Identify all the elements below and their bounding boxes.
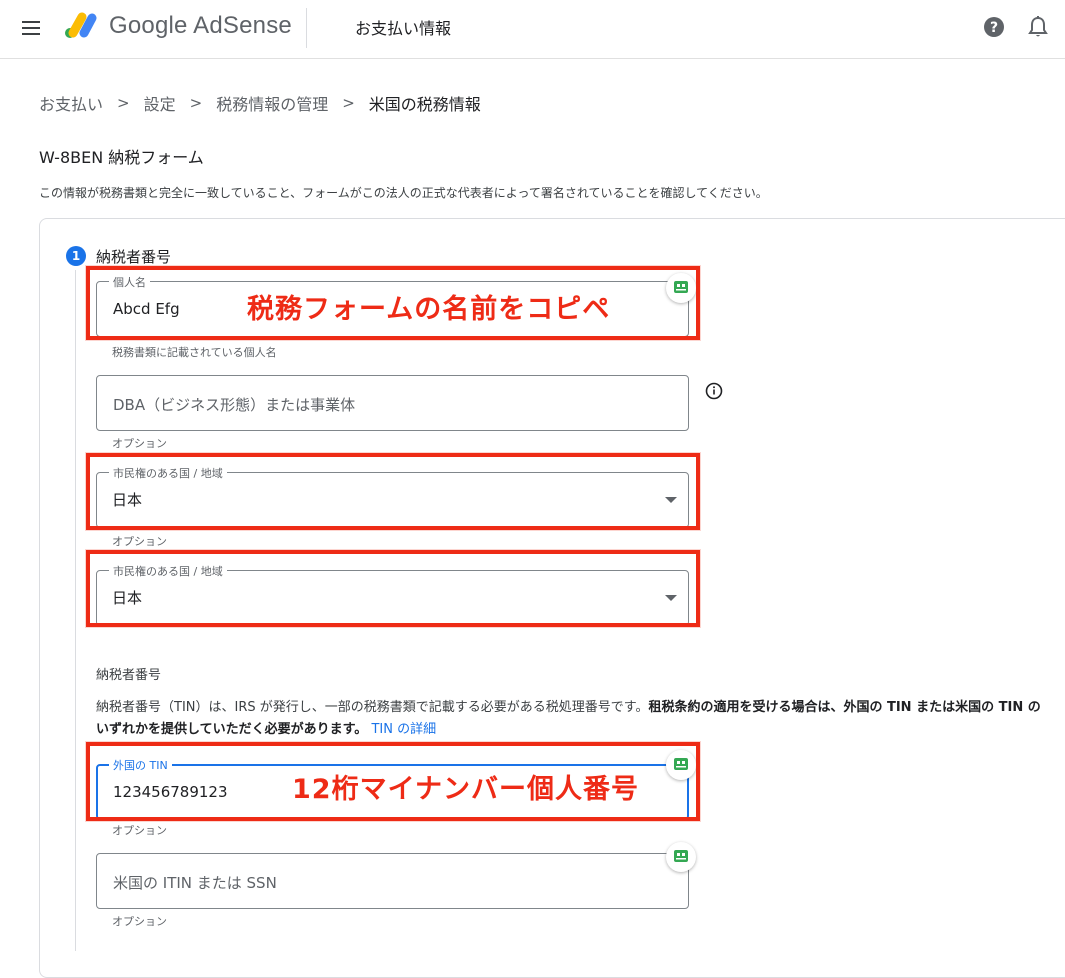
breadcrumb-payments[interactable]: お支払い [39, 91, 103, 115]
tin-details-link[interactable]: TIN の詳細 [371, 722, 436, 737]
annotation-box-citizenship [86, 453, 700, 530]
bell-icon[interactable] [1028, 15, 1048, 39]
chevron-right-icon: > [342, 94, 355, 112]
menu-icon[interactable] [20, 16, 44, 40]
page-title: お支払い情報 [355, 19, 452, 38]
breadcrumb-settings[interactable]: 設定 [144, 91, 176, 115]
us-itin-ssn-field[interactable]: 米国の ITIN または SSN [96, 853, 689, 909]
form-title: W-8BEN 納税フォーム [39, 148, 204, 167]
chevron-right-icon: > [189, 94, 203, 112]
annotation-tin-note: 12桁マイナンバー個人番号 [292, 774, 640, 805]
taxpayer-number-description: 納税者番号（TIN）は、IRS が発行し、一部の税務書類で記載する必要がある税処… [96, 697, 1046, 741]
dba-hint: オプション [112, 437, 167, 450]
header-border [0, 58, 1065, 59]
breadcrumb-us-tax-info: 米国の税務情報 [368, 95, 481, 114]
field-placeholder: DBA（ビジネス形態）または事業体 [113, 396, 356, 414]
breadcrumb: お支払い > 設定 > 税務情報の管理 > 米国の税務情報 [39, 91, 481, 115]
header-divider [306, 8, 307, 48]
dba-field[interactable]: DBA（ビジネス形態）または事業体 [96, 375, 689, 431]
annotation-name-note: 税務フォームの名前をコピペ [247, 294, 611, 325]
chevron-right-icon: > [117, 94, 130, 112]
step-title: 納税者番号 [96, 248, 172, 266]
field-placeholder: 米国の ITIN または SSN [113, 874, 277, 892]
adsense-logo-icon [65, 12, 97, 38]
form-description: この情報が税務書類と完全に一致していること、フォームがこの法人の正式な代表者によ… [39, 186, 768, 200]
us-tin-hint: オプション [112, 915, 167, 928]
step-connector-line [75, 270, 76, 951]
annotation-box-citizenship-2 [86, 550, 700, 627]
citizenship-hint: オプション [112, 535, 167, 548]
info-icon[interactable] [705, 382, 723, 400]
breadcrumb-tax-management[interactable]: 税務情報の管理 [216, 91, 328, 115]
brand-name: Google AdSense [109, 12, 292, 39]
step-number-badge: 1 [66, 246, 86, 266]
name-hint: 税務書類に記載されている個人名 [112, 346, 277, 359]
app-bar: Google AdSense お支払い情報 ? [0, 0, 1065, 56]
tin-explanation: 納税者番号（TIN）は、IRS が発行し、一部の税務書類で記載する必要がある税処… [96, 700, 649, 715]
svg-text:?: ? [990, 20, 998, 36]
autofill-icon[interactable] [666, 842, 696, 872]
taxpayer-number-subtitle: 納税者番号 [96, 668, 162, 683]
foreign-tin-hint: オプション [112, 824, 167, 837]
help-icon[interactable]: ? [983, 16, 1005, 38]
